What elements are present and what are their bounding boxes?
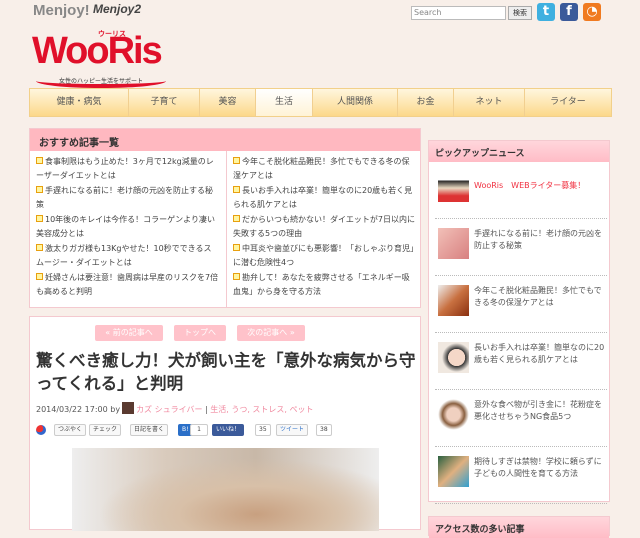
diary-button[interactable]: 日記を書く: [130, 424, 169, 436]
check-button[interactable]: チェック: [89, 424, 122, 436]
pickup-item[interactable]: 意外な食べ物が引き金に！花粉症を悪化させちゃうNG食品5つ: [435, 390, 607, 447]
thumbnail: [438, 456, 469, 487]
recommended-left: 食事制限はもう止めた！3ヶ月で12kg減量のレーザーダイエットとは 手遅れになる…: [30, 151, 225, 308]
recommended-title: おすすめ記事一覧: [30, 129, 420, 151]
thumbnail: [438, 228, 469, 259]
pickup-title: ピックアップニュース: [429, 141, 609, 162]
logo-tagline: 女性のハッピー生活をサポート: [36, 74, 166, 88]
list-item[interactable]: 勘弁して！あなたを疲弊させる「エネルギー吸血鬼」から身を守る方法: [233, 271, 415, 299]
pickup-link[interactable]: 手遅れになる前に！老け顔の元凶を防止する秘策: [474, 228, 606, 252]
article-photo: [72, 448, 379, 531]
pickup-item[interactable]: 今年こそ脱化粧品難民！多忙でもできる冬の保湿ケアとは: [435, 276, 607, 333]
recommended-box: おすすめ記事一覧 食事制限はもう止めた！3ヶ月で12kg減量のレーザーダイエット…: [29, 128, 421, 308]
pickup-link[interactable]: WooRis WEBライター募集！: [474, 180, 606, 192]
nav-health[interactable]: 健康・病気: [30, 89, 129, 116]
hatena-count: 1: [190, 424, 208, 436]
next-article-button[interactable]: 次の記事へ »: [237, 325, 305, 341]
pickup-link[interactable]: 長いお手入れは卒業！簡単なのに20歳も若く見られる肌ケアとは: [474, 342, 606, 366]
thumbnail: [438, 342, 469, 373]
nav-life[interactable]: 生活: [256, 89, 313, 116]
menjoy-logo[interactable]: Menjoy!: [33, 2, 90, 19]
nav-net[interactable]: ネット: [454, 89, 525, 116]
list-item[interactable]: 妊婦さんは要注意！歯周病は早産のリスクを7倍も高めると判明: [36, 271, 219, 299]
wooris-logo[interactable]: WooRis ウーリス 女性のハッピー生活をサポート: [28, 28, 166, 90]
article-meta: 2014/03/22 17:00 by カズ シュライバー | 生活, うつ, ス…: [36, 402, 314, 415]
partner-logo[interactable]: Menjoy2: [93, 2, 141, 16]
thumbnail: [438, 171, 469, 202]
thumbnail: [438, 285, 469, 316]
tweet-count: 38: [316, 424, 332, 436]
list-item[interactable]: 長いお手入れは卒業！簡単なのに20歳も若く見られる肌ケアとは: [233, 184, 415, 212]
nav-money[interactable]: お金: [398, 89, 454, 116]
article-date: 2014/03/22 17:00 by: [36, 405, 121, 414]
article: « 前の記事へ トップへ 次の記事へ » 驚くべき癒し力！犬が飼い主を「意外な病…: [29, 316, 421, 531]
list-item[interactable]: 手遅れになる前に！老け顔の元凶を防止する秘策: [36, 184, 219, 212]
meta-separator: |: [205, 405, 208, 414]
recommended-right: 今年こそ脱化粧品難民！多忙でもできる冬の保湿ケアとは 長いお手入れは卒業！簡単な…: [226, 151, 421, 308]
nav-parenting[interactable]: 子育て: [129, 89, 200, 116]
article-tags[interactable]: 生活, うつ, ストレス, ペット: [210, 405, 313, 414]
facebook-like-button[interactable]: いいね！: [212, 424, 245, 436]
pickup-item[interactable]: 手遅れになる前に！老け顔の元凶を防止する秘策: [435, 219, 607, 276]
pickup-item[interactable]: 長いお手入れは卒業！簡単なのに20歳も若く見られる肌ケアとは: [435, 333, 607, 390]
list-item[interactable]: 今年こそ脱化粧品難民！多忙でもできる冬の保湿ケアとは: [233, 155, 415, 183]
pickup-link[interactable]: 意外な食べ物が引き金に！花粉症を悪化させちゃうNG食品5つ: [474, 399, 606, 423]
rss-icon[interactable]: ◔: [583, 3, 601, 21]
author-link[interactable]: カズ シュライバー: [136, 405, 202, 414]
tsubuyaku-button[interactable]: つぶやく: [54, 424, 87, 436]
top-button[interactable]: トップへ: [174, 325, 226, 341]
pickup-link[interactable]: 期待しすぎは禁物！学校に頼らずに子どもの人間性を育てる方法: [474, 456, 606, 480]
article-title: 驚くべき癒し力！犬が飼い主を「意外な病気から守ってくれる」と判明: [36, 351, 416, 393]
list-item[interactable]: 激太りガガ様も13Kgやせた！10秒でできるスムージー・ダイエットとは: [36, 242, 219, 270]
nav-relationships[interactable]: 人間関係: [313, 89, 398, 116]
main-nav: 健康・病気 子育て 美容 生活 人間関係 お金 ネット ライター: [29, 88, 612, 117]
like-count: 35: [255, 424, 271, 436]
facebook-icon[interactable]: f: [560, 3, 578, 21]
list-item[interactable]: 中耳炎や歯並びにも悪影響！「おしゃぶり育児」に潜む危険性4つ: [233, 242, 415, 270]
pickup-item[interactable]: WooRis WEBライター募集！: [435, 162, 607, 219]
author-avatar[interactable]: [122, 402, 135, 414]
nav-beauty[interactable]: 美容: [200, 89, 256, 116]
share-icon[interactable]: [36, 425, 46, 435]
list-item[interactable]: だからいつも続かない！ダイエットが7日以内に失敗する5つの理由: [233, 213, 415, 241]
search-button[interactable]: 検索: [508, 6, 532, 20]
search-input[interactable]: Search: [411, 6, 506, 20]
access-ranking: アクセス数の多い記事: [428, 516, 610, 538]
twitter-icon[interactable]: t: [537, 3, 555, 21]
logo-ruby: ウーリス: [98, 30, 126, 38]
nav-writer[interactable]: ライター: [525, 89, 611, 116]
list-item[interactable]: 食事制限はもう止めた！3ヶ月で12kg減量のレーザーダイエットとは: [36, 155, 219, 183]
tweet-button[interactable]: ツイート: [276, 424, 309, 436]
logo-text: WooRis: [32, 30, 163, 72]
pickup-news: ピックアップニュース WooRis WEBライター募集！ 手遅れになる前に！老け…: [428, 140, 610, 504]
prev-article-button[interactable]: « 前の記事へ: [95, 325, 163, 341]
pickup-item[interactable]: 期待しすぎは禁物！学校に頼らずに子どもの人間性を育てる方法: [435, 447, 607, 504]
pickup-link[interactable]: 今年こそ脱化粧品難民！多忙でもできる冬の保湿ケアとは: [474, 285, 606, 309]
list-item[interactable]: 10年後のキレイは今作る！コラーゲンより凄い美容成分とは: [36, 213, 219, 241]
access-title: アクセス数の多い記事: [429, 517, 609, 538]
thumbnail: [438, 399, 469, 430]
